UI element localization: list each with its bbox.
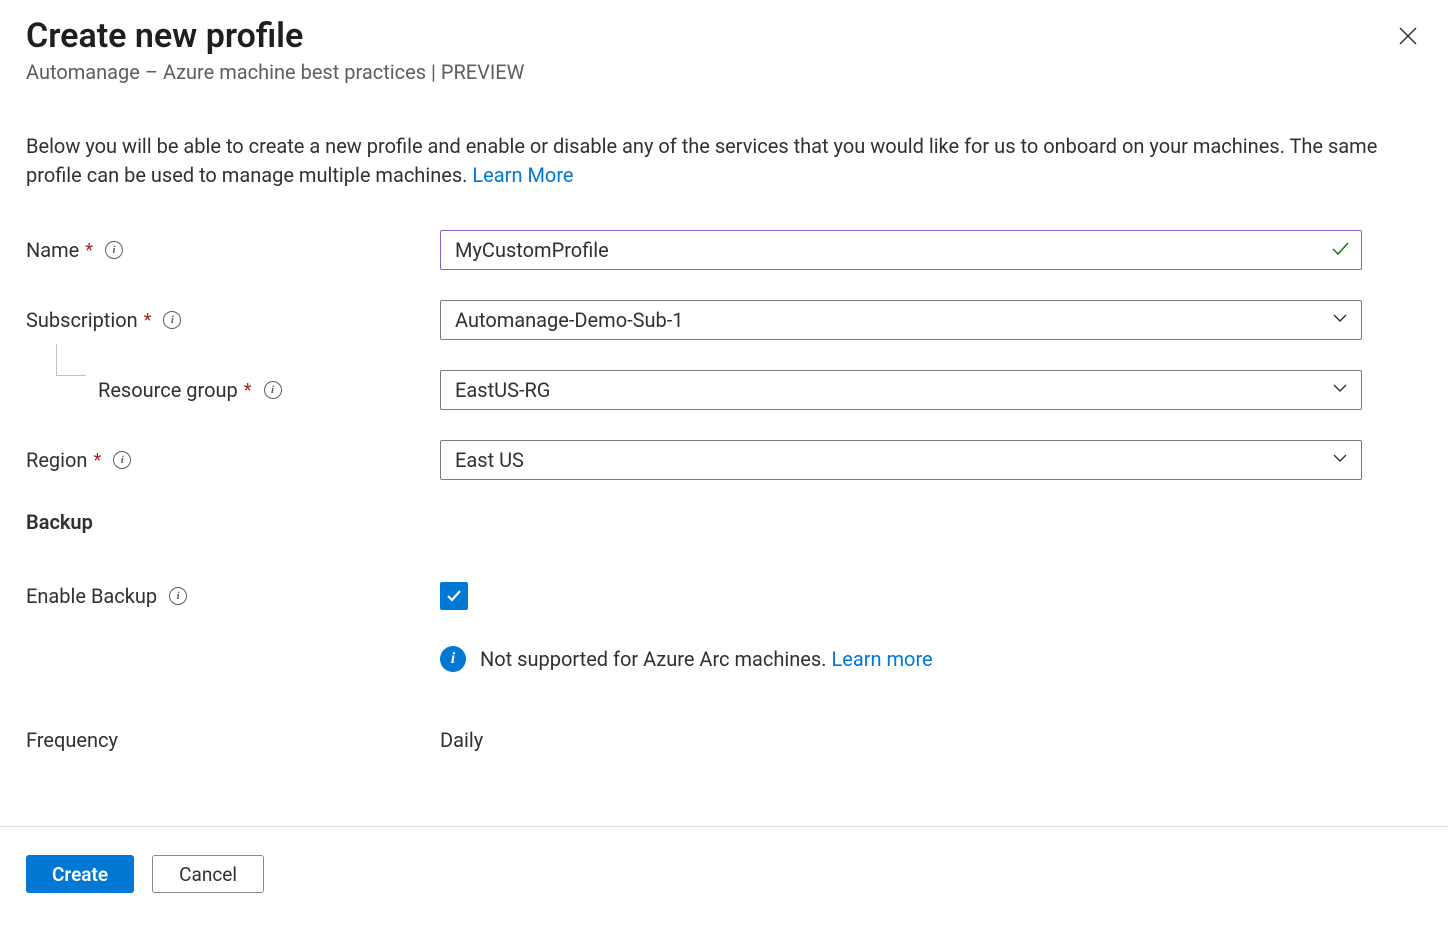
name-label: Name [26, 238, 79, 262]
valid-check-icon [1330, 238, 1350, 262]
chevron-down-icon [1331, 448, 1349, 472]
resource-group-value: EastUS-RG [455, 378, 550, 402]
info-icon[interactable]: i [105, 241, 123, 259]
frequency-value: Daily [440, 728, 483, 752]
required-indicator: * [93, 450, 101, 471]
subscription-label: Subscription [26, 308, 138, 332]
frequency-label: Frequency [26, 728, 118, 752]
enable-backup-label: Enable Backup [26, 584, 157, 608]
check-icon [445, 587, 463, 605]
close-button[interactable] [1394, 22, 1422, 50]
tree-connector [56, 344, 86, 376]
backup-learn-more-link[interactable]: Learn more [831, 647, 932, 671]
required-indicator: * [85, 240, 93, 261]
resource-group-label: Resource group [98, 378, 238, 402]
intro-text: Below you will be able to create a new p… [26, 132, 1386, 190]
page-title: Create new profile [26, 16, 1422, 56]
region-value: East US [455, 448, 524, 472]
region-label: Region [26, 448, 87, 472]
required-indicator: * [144, 310, 152, 331]
backup-notice-text: Not supported for Azure Arc machines. [480, 647, 831, 671]
learn-more-link[interactable]: Learn More [472, 163, 573, 187]
info-icon[interactable]: i [163, 311, 181, 329]
subscription-select[interactable]: Automanage-Demo-Sub-1 [440, 300, 1362, 340]
backup-section-title: Backup [26, 510, 1422, 534]
info-icon[interactable]: i [264, 381, 282, 399]
cancel-button[interactable]: Cancel [152, 855, 264, 893]
chevron-down-icon [1331, 378, 1349, 402]
enable-backup-checkbox[interactable] [440, 582, 468, 610]
info-circle-icon: i [440, 646, 466, 672]
name-input[interactable] [440, 230, 1362, 270]
create-button[interactable]: Create [26, 855, 134, 893]
chevron-down-icon [1331, 308, 1349, 332]
backup-notice: Not supported for Azure Arc machines. Le… [480, 647, 933, 671]
resource-group-select[interactable]: EastUS-RG [440, 370, 1362, 410]
intro-body: Below you will be able to create a new p… [26, 134, 1377, 187]
page-subtitle: Automanage – Azure machine best practice… [26, 60, 1422, 84]
required-indicator: * [244, 380, 252, 401]
close-icon [1397, 25, 1419, 47]
info-icon[interactable]: i [169, 587, 187, 605]
subscription-value: Automanage-Demo-Sub-1 [455, 308, 684, 332]
info-icon[interactable]: i [113, 451, 131, 469]
region-select[interactable]: East US [440, 440, 1362, 480]
